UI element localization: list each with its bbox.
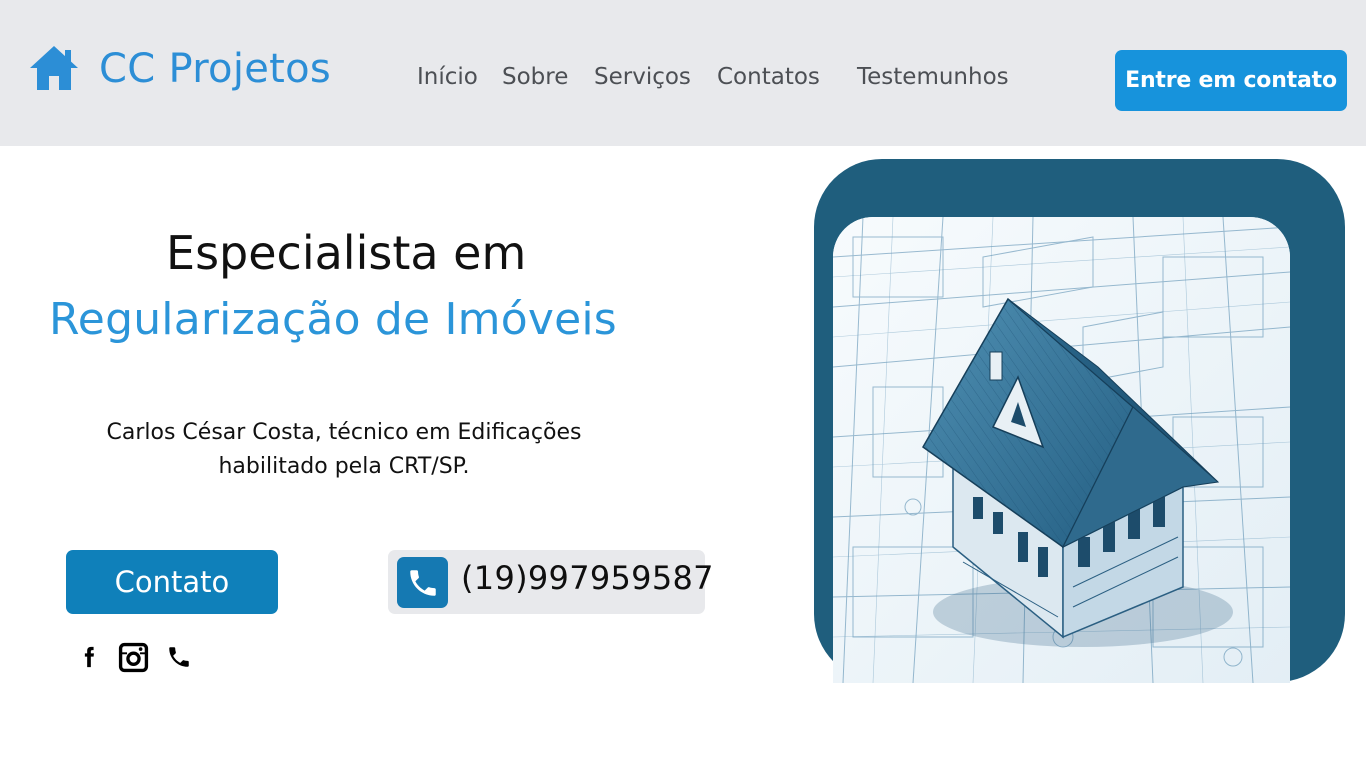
contact-cta-button[interactable]: Entre em contato <box>1115 50 1347 111</box>
nav-contatos[interactable]: Contatos <box>717 64 820 90</box>
facebook-icon[interactable] <box>78 640 100 674</box>
home-icon <box>30 46 78 90</box>
contato-button[interactable]: Contato <box>66 550 278 614</box>
phone-icon[interactable] <box>166 644 192 670</box>
phone-icon <box>397 557 448 608</box>
nav-inicio[interactable]: Início <box>417 64 478 90</box>
phone-contact[interactable]: (19)997959587 <box>388 550 714 614</box>
hero-title-line1: Especialista em <box>166 226 527 280</box>
nav-testemunhos[interactable]: Testemunhos <box>857 64 1009 90</box>
nav-servicos[interactable]: Serviços <box>594 64 691 90</box>
instagram-icon[interactable] <box>118 642 149 673</box>
brand-logo[interactable]: CC Projetos <box>28 44 331 92</box>
house-blueprint-image <box>833 217 1290 683</box>
phone-number: (19)997959587 <box>461 559 714 597</box>
hero-description: Carlos César Costa, técnico em Edificaçõ… <box>106 420 582 479</box>
brand-name: CC Projetos <box>99 46 332 92</box>
site-header: CC Projetos Início Sobre Serviços Contat… <box>0 0 1366 146</box>
nav-sobre[interactable]: Sobre <box>502 64 568 90</box>
hero-title-line2: Regularização de Imóveis <box>49 294 617 345</box>
